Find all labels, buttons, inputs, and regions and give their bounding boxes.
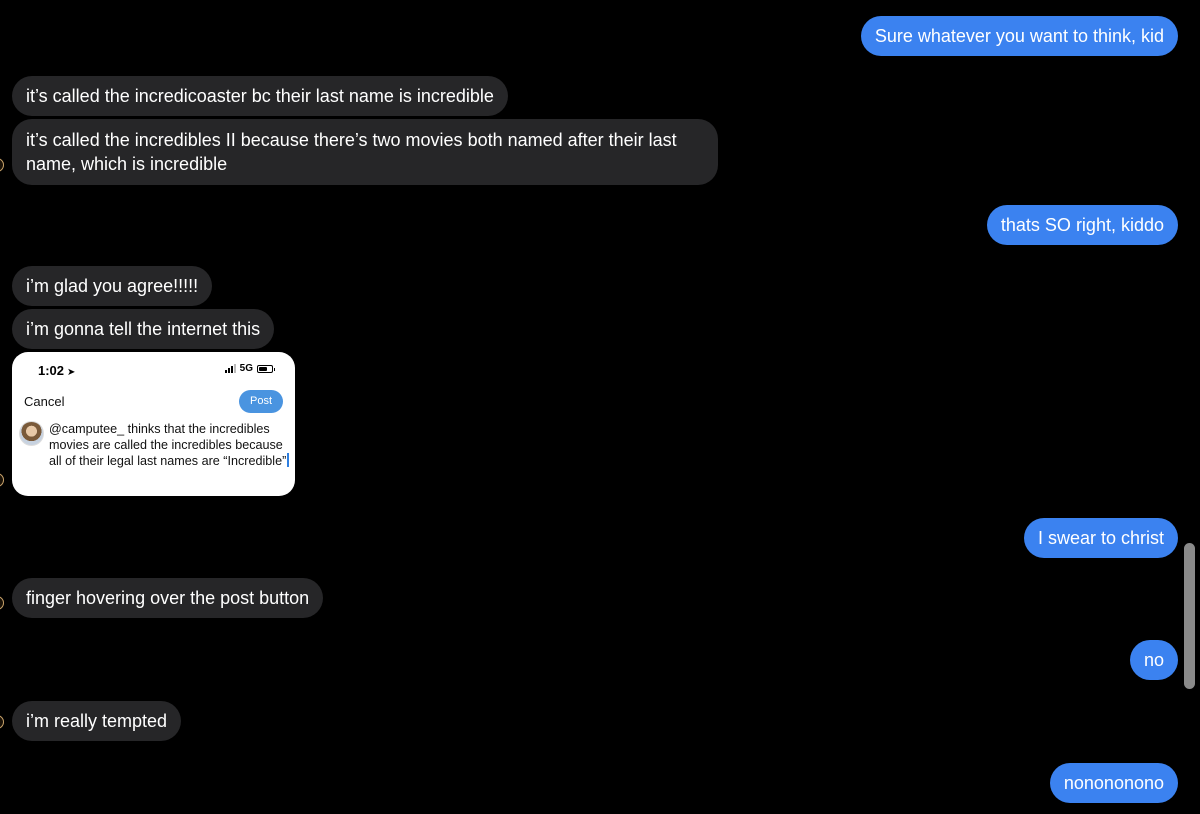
message-incoming: finger hovering over the post button xyxy=(12,578,324,618)
location-arrow-icon: ➤ xyxy=(67,367,76,378)
message-incoming: it’s called the incredicoaster bc their … xyxy=(12,76,508,116)
cancel-button: Cancel xyxy=(24,394,65,409)
message-outgoing: thats SO right, kiddo xyxy=(986,205,1178,245)
status-time: 1:02 ➤ xyxy=(38,363,76,378)
message-outgoing: nonononono xyxy=(1049,763,1178,803)
text-cursor xyxy=(287,453,289,467)
scrollbar[interactable] xyxy=(1182,0,1196,814)
message-incoming: i’m gonna tell the internet this xyxy=(12,309,275,349)
message-outgoing: no xyxy=(1129,640,1178,680)
status-indicators: 5G xyxy=(224,363,275,374)
network-label: 5G xyxy=(239,363,253,374)
cellular-signal-icon xyxy=(224,364,236,373)
message-incoming: it’s called the incredibles II because t… xyxy=(12,119,718,185)
tweet-draft-text: @camputee_ thinks that the incredibles m… xyxy=(49,421,289,469)
message-outgoing: I swear to christ xyxy=(1023,518,1178,558)
message-incoming: i’m really tempted xyxy=(12,701,182,741)
contact-avatar xyxy=(0,596,4,610)
message-incoming: i’m glad you agree!!!!! xyxy=(12,266,213,306)
screenshot-attachment[interactable]: 1:02 ➤ 5G Cancel Post @camputee_ thinks t… xyxy=(12,352,295,496)
message-outgoing: Sure whatever you want to think, kid xyxy=(860,16,1178,56)
chat-transcript: Sure whatever you want to think, kid it’… xyxy=(0,0,1200,814)
scrollbar-thumb[interactable] xyxy=(1184,543,1195,689)
avatar xyxy=(19,421,44,446)
contact-avatar xyxy=(0,158,4,172)
post-button: Post xyxy=(239,390,283,413)
battery-icon xyxy=(257,364,275,373)
contact-avatar xyxy=(0,473,4,487)
contact-avatar xyxy=(0,715,4,729)
